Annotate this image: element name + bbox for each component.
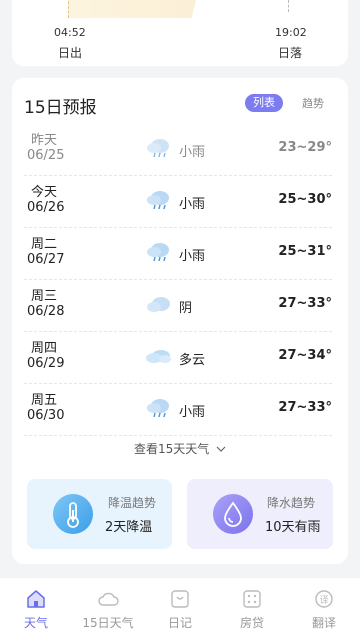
row-desc: 小雨 bbox=[179, 249, 206, 264]
row-date: 06/25 bbox=[27, 148, 65, 163]
sunrise-label: 日出 bbox=[58, 46, 83, 60]
row-date: 06/27 bbox=[27, 252, 65, 267]
sunrise-time: 04:52 bbox=[54, 26, 86, 39]
nav-item-weather[interactable]: 天气 bbox=[6, 588, 66, 631]
row-day: 周四 bbox=[31, 341, 58, 356]
cloud-rain-icon bbox=[147, 399, 169, 418]
cooling-trend-value: 2天降温 bbox=[105, 520, 153, 535]
calculator-icon bbox=[243, 590, 261, 608]
row-temp: 25~31° bbox=[278, 244, 332, 259]
rain-trend-card[interactable]: 降水趋势 10天有雨 bbox=[187, 479, 333, 549]
sun-arc-end bbox=[288, 0, 289, 12]
nav-item-15day[interactable]: 15日天气 bbox=[78, 588, 138, 631]
row-desc: 小雨 bbox=[179, 405, 206, 420]
sunset-label: 日落 bbox=[278, 46, 303, 60]
nav-item-mortgage[interactable]: 房贷 bbox=[222, 588, 282, 631]
row-temp: 27~34° bbox=[278, 348, 332, 363]
translate-icon: 译 bbox=[315, 590, 333, 608]
svg-text:译: 译 bbox=[319, 595, 328, 606]
cloud-icon bbox=[98, 592, 119, 606]
cloud-rain-icon bbox=[147, 139, 169, 158]
row-desc: 小雨 bbox=[179, 197, 206, 212]
rain-trend-title: 降水趋势 bbox=[267, 496, 316, 510]
row-day: 周五 bbox=[31, 393, 58, 408]
nav-item-translate[interactable]: 译 翻译 bbox=[294, 588, 354, 631]
raindrop-icon bbox=[213, 494, 253, 534]
partly-cloudy-icon bbox=[146, 350, 171, 363]
nav-item-diary[interactable]: 日记 bbox=[150, 588, 210, 631]
cooling-trend-card[interactable]: 降温趋势 2天降温 bbox=[27, 479, 172, 549]
cloud-rain-icon bbox=[147, 243, 169, 262]
bottom-nav: 天气 15日天气 日记 房贷 译 翻译 bbox=[0, 578, 360, 640]
forecast-row[interactable]: 昨天 06/25 小雨 23~29° bbox=[24, 125, 332, 176]
row-day: 昨天 bbox=[31, 133, 58, 148]
nav-label: 15日天气 bbox=[82, 616, 134, 630]
home-icon bbox=[27, 590, 45, 608]
nav-label: 翻译 bbox=[311, 616, 336, 630]
chevron-down-icon bbox=[216, 446, 226, 452]
forecast-title: 15日预报 bbox=[24, 98, 97, 118]
sun-card: 04:52 日出 19:02 日落 bbox=[12, 0, 348, 66]
cloud-icon bbox=[147, 297, 170, 312]
diary-icon bbox=[171, 590, 189, 608]
nav-label: 日记 bbox=[167, 616, 192, 630]
sunset-time: 19:02 bbox=[275, 26, 307, 39]
row-temp: 27~33° bbox=[278, 296, 332, 311]
row-day: 周二 bbox=[31, 237, 58, 252]
cloud-rain-icon bbox=[147, 191, 169, 210]
row-date: 06/28 bbox=[27, 304, 65, 319]
nav-label: 天气 bbox=[23, 616, 48, 630]
nav-label: 房贷 bbox=[239, 616, 264, 630]
row-date: 06/29 bbox=[27, 356, 65, 371]
view-15day-label: 查看15天天气 bbox=[133, 442, 210, 456]
tab-list[interactable]: 列表 bbox=[245, 94, 283, 112]
sun-arc bbox=[68, 0, 198, 18]
tab-trend[interactable]: 趋势 bbox=[302, 95, 324, 111]
forecast-row[interactable]: 周四 06/29 多云 27~34° bbox=[24, 333, 332, 384]
row-date: 06/30 bbox=[27, 408, 65, 423]
rain-trend-value: 10天有雨 bbox=[265, 520, 321, 535]
thermometer-icon bbox=[53, 494, 93, 534]
row-desc: 阴 bbox=[179, 301, 193, 316]
cooling-trend-title: 降温趋势 bbox=[108, 496, 157, 510]
forecast-row[interactable]: 周三 06/28 阴 27~33° bbox=[24, 281, 332, 332]
row-day: 今天 bbox=[31, 185, 58, 200]
row-temp: 23~29° bbox=[278, 140, 332, 155]
forecast-card: 15日预报 列表 趋势 昨天 06/25 小雨 23~29° 今天 06/26 … bbox=[12, 78, 348, 564]
row-temp: 27~33° bbox=[278, 400, 332, 415]
forecast-row[interactable]: 周五 06/30 小雨 27~33° bbox=[24, 385, 332, 436]
row-desc: 多云 bbox=[179, 353, 206, 368]
row-desc: 小雨 bbox=[179, 145, 206, 160]
view-15day-link[interactable]: 查看15天天气 bbox=[12, 440, 348, 457]
forecast-row[interactable]: 周二 06/27 小雨 25~31° bbox=[24, 229, 332, 280]
forecast-row[interactable]: 今天 06/26 小雨 25~30° bbox=[24, 177, 332, 228]
row-day: 周三 bbox=[31, 289, 58, 304]
row-temp: 25~30° bbox=[278, 192, 332, 207]
row-date: 06/26 bbox=[27, 200, 65, 215]
